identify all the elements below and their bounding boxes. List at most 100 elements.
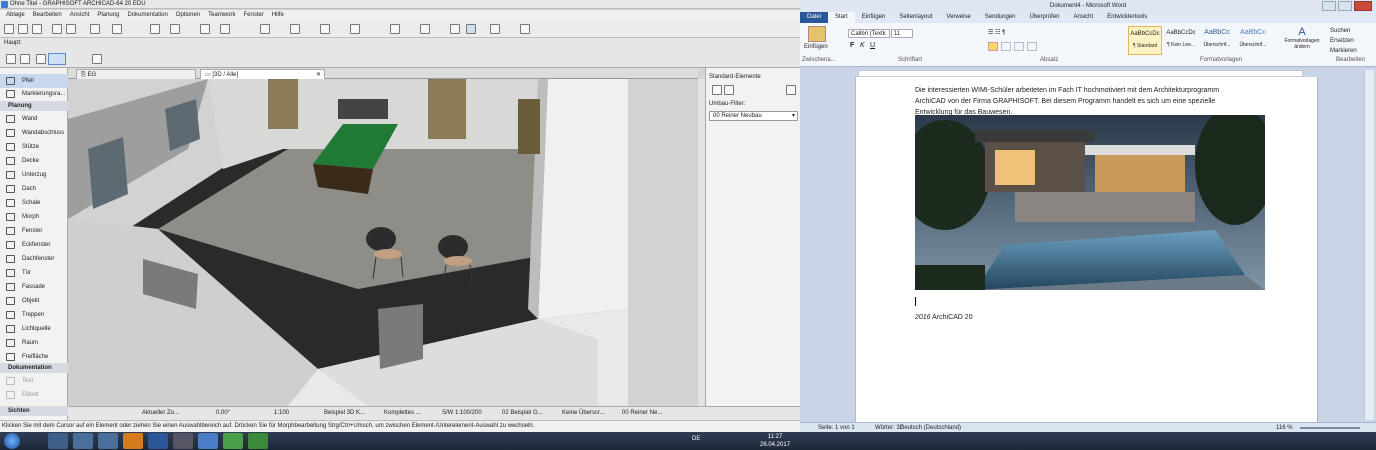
- align-icon[interactable]: [260, 24, 270, 34]
- select-icon[interactable]: [20, 54, 30, 64]
- undo-icon[interactable]: [18, 24, 28, 34]
- tab-start[interactable]: Start: [828, 12, 855, 23]
- tool-morph[interactable]: Morph: [0, 210, 68, 224]
- taskbar-ie-icon[interactable]: [73, 433, 93, 449]
- tab-einfuegen[interactable]: Einfügen: [855, 12, 893, 23]
- floor-icon[interactable]: [350, 24, 360, 34]
- font-size-select[interactable]: 11: [891, 29, 913, 38]
- marquee-mode-button[interactable]: [48, 53, 66, 65]
- tool-treppen[interactable]: Treppen: [0, 308, 68, 322]
- zoom-field[interactable]: Aktueller Zo...: [142, 410, 179, 416]
- menu-dokumentation[interactable]: Dokumentation: [123, 10, 171, 20]
- tool-objekt[interactable]: Objekt: [0, 294, 68, 308]
- override-field[interactable]: Keine Überscr...: [562, 410, 605, 416]
- tool-text[interactable]: Text: [0, 374, 68, 388]
- render-icon[interactable]: [490, 24, 500, 34]
- taskbar-media-icon[interactable]: [98, 433, 118, 449]
- taskbar-excel-icon[interactable]: [248, 433, 268, 449]
- document-page[interactable]: Die interessierten WIMI-Schüler arbeitet…: [855, 77, 1318, 422]
- tab-eg[interactable]: ⎘ EG: [76, 69, 196, 79]
- style-ueberschrift-1[interactable]: AaBbCc Überschrif...: [1200, 26, 1234, 55]
- measure-icon[interactable]: [520, 24, 530, 34]
- planung-header[interactable]: Planung: [0, 101, 68, 111]
- language-indicator[interactable]: DE: [692, 436, 700, 442]
- select-button[interactable]: Markieren: [1330, 46, 1357, 56]
- taskbar-explorer-icon[interactable]: [48, 433, 68, 449]
- tab-3d[interactable]: ▭ [3D / Alle] ✕: [200, 69, 325, 79]
- arrow-icon[interactable]: [92, 54, 102, 64]
- sichten-header[interactable]: Sichten: [0, 406, 68, 416]
- tool-t-r[interactable]: Tür: [0, 266, 68, 280]
- view-field[interactable]: Beispiel 3D K...: [324, 410, 365, 416]
- maximize-icon[interactable]: [1338, 1, 1352, 11]
- layer-icon[interactable]: [170, 24, 180, 34]
- menu-ansicht[interactable]: Ansicht: [66, 10, 94, 20]
- doku-header[interactable]: Dokumentation: [0, 363, 68, 373]
- style-standard[interactable]: AaBbCcDc ¶ Standard: [1128, 26, 1162, 55]
- taskbar-archicad-icon[interactable]: [198, 433, 218, 449]
- tool-freifl-che[interactable]: Freifläche: [0, 350, 68, 364]
- zoom-slider[interactable]: [1300, 427, 1360, 429]
- underline-icon[interactable]: U: [870, 42, 875, 49]
- italic-icon[interactable]: K: [860, 42, 865, 49]
- bullets-icon[interactable]: ☰: [988, 30, 993, 36]
- tab-datei[interactable]: Datei: [800, 12, 829, 23]
- search-button[interactable]: Suchen: [1330, 26, 1357, 36]
- bold-icon[interactable]: F: [850, 42, 854, 49]
- taskbar-firefox-icon[interactable]: [123, 433, 143, 449]
- tool-eckfenster[interactable]: Eckfenster: [0, 238, 68, 252]
- menu-planung[interactable]: Planung: [93, 10, 123, 20]
- tool-st-tze[interactable]: Stütze: [0, 140, 68, 154]
- pilcrow-icon[interactable]: ¶: [1002, 30, 1005, 36]
- tab-sendungen[interactable]: Sendungen: [978, 12, 1023, 23]
- menu-ablage[interactable]: Ablage: [2, 10, 29, 20]
- menu-teamwork[interactable]: Teamwork: [204, 10, 239, 20]
- tool-dachfenster[interactable]: Dachfenster: [0, 252, 68, 266]
- paste-label[interactable]: Einfügen: [804, 44, 828, 50]
- tool-unterzug[interactable]: Unterzug: [0, 168, 68, 182]
- mirror-icon[interactable]: [220, 24, 230, 34]
- tool-pfeil[interactable]: Pfeil: [0, 74, 68, 88]
- 3d-viewport[interactable]: [68, 79, 698, 406]
- rotate-icon[interactable]: [200, 24, 210, 34]
- copy-icon[interactable]: [66, 24, 76, 34]
- tool-schale[interactable]: Schale: [0, 196, 68, 210]
- lock-icon[interactable]: [320, 24, 330, 34]
- guide-icon[interactable]: [112, 24, 122, 34]
- marquee-icon[interactable]: [36, 54, 46, 64]
- group-icon[interactable]: [290, 24, 300, 34]
- example-field[interactable]: 02 Beispiel G...: [502, 410, 543, 416]
- tool-decke[interactable]: Decke: [0, 154, 68, 168]
- vertical-scrollbar[interactable]: [1364, 70, 1374, 420]
- numbering-icon[interactable]: ☷: [995, 30, 1000, 36]
- tool-fassade[interactable]: Fassade: [0, 280, 68, 294]
- clock[interactable]: 11:27 26.04.2017: [760, 433, 790, 449]
- redo-icon[interactable]: [32, 24, 42, 34]
- tab-ansicht[interactable]: Ansicht: [1067, 12, 1101, 23]
- align-right-icon[interactable]: [1014, 42, 1024, 51]
- tool-lichtquelle[interactable]: Lichtquelle: [0, 322, 68, 336]
- tab-verweise[interactable]: Verweise: [939, 12, 977, 23]
- menu-fenster[interactable]: Fenster: [240, 10, 268, 20]
- change-styles-button[interactable]: A Formatvorlagen ändern: [1282, 26, 1322, 55]
- tool-etikett[interactable]: Etikett: [0, 388, 68, 402]
- tool-wandabschluss[interactable]: Wandabschluss: [0, 126, 68, 140]
- tab-ueberpruefen[interactable]: Überprüfen: [1022, 12, 1066, 23]
- start-button-icon[interactable]: [4, 433, 20, 449]
- selection-icon[interactable]: [724, 85, 734, 95]
- tool-dach[interactable]: Dach: [0, 182, 68, 196]
- tool-fenster[interactable]: Fenster: [0, 224, 68, 238]
- elevation-icon[interactable]: [450, 24, 460, 34]
- tab-entwicklertools[interactable]: Entwicklertools: [1100, 12, 1154, 23]
- align-left-icon[interactable]: [988, 42, 998, 51]
- tool-markierung[interactable]: Markierungsra...: [0, 87, 68, 101]
- house-image[interactable]: [915, 115, 1265, 290]
- settings-icon[interactable]: [786, 85, 796, 95]
- replace-button[interactable]: Ersetzen: [1330, 36, 1357, 46]
- justify-icon[interactable]: [1027, 42, 1037, 51]
- menu-hilfe[interactable]: Hilfe: [268, 10, 288, 20]
- filter-select[interactable]: 00 Reiner Neubau ▾: [709, 111, 798, 121]
- phase-field[interactable]: 00 Reiner Ne...: [622, 410, 662, 416]
- tab-seitenlayout[interactable]: Seitenlayout: [892, 12, 939, 23]
- snap-icon[interactable]: [90, 24, 100, 34]
